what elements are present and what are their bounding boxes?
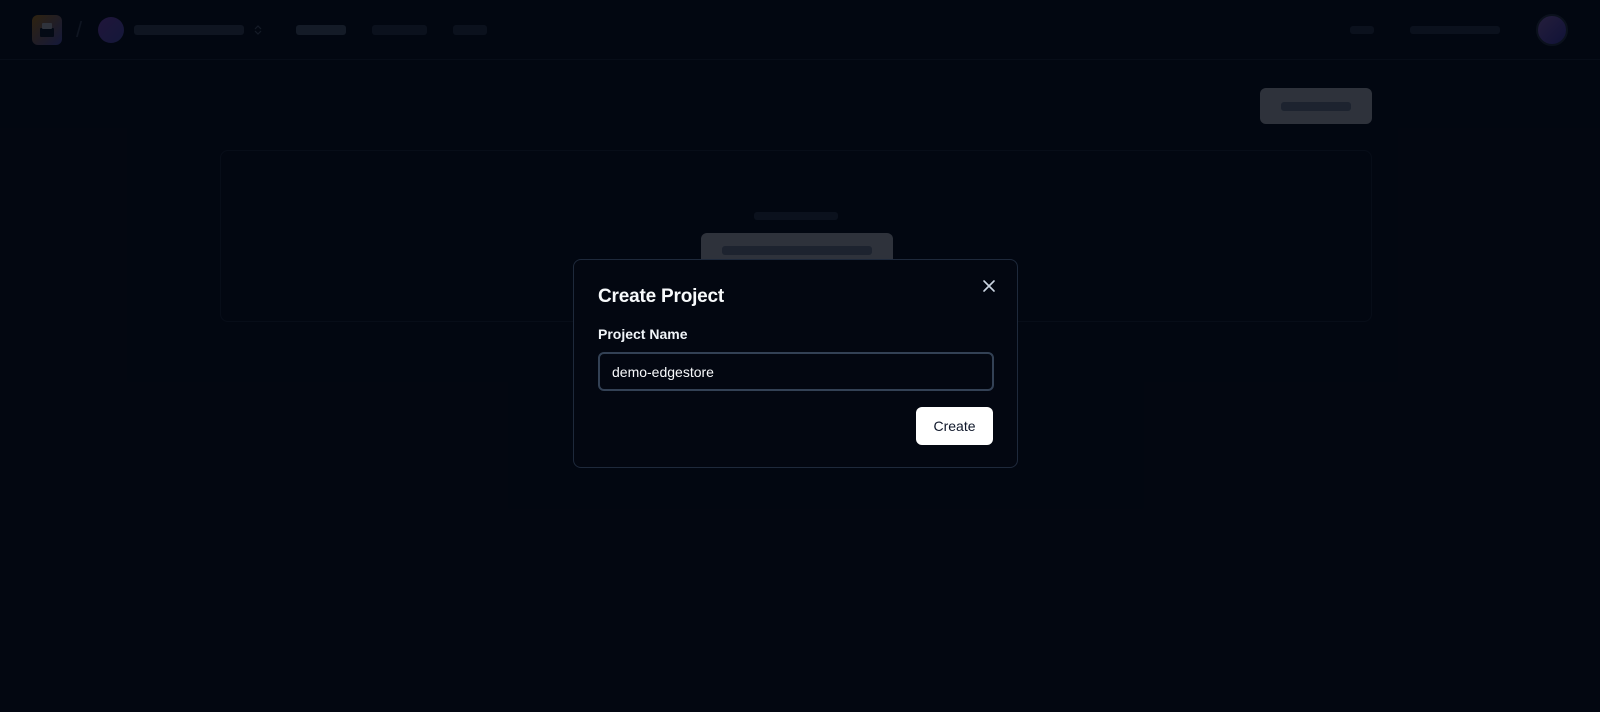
- project-name-input[interactable]: [598, 352, 994, 391]
- close-icon: [983, 280, 995, 292]
- app-root: / Create Project: [0, 0, 1600, 712]
- project-name-label: Project Name: [598, 326, 688, 342]
- dialog-actions: Create: [598, 407, 993, 445]
- create-button[interactable]: Create: [916, 407, 993, 445]
- close-button[interactable]: [979, 276, 999, 296]
- create-project-dialog: Create Project Project Name Create: [573, 259, 1018, 468]
- dialog-title: Create Project: [598, 286, 725, 307]
